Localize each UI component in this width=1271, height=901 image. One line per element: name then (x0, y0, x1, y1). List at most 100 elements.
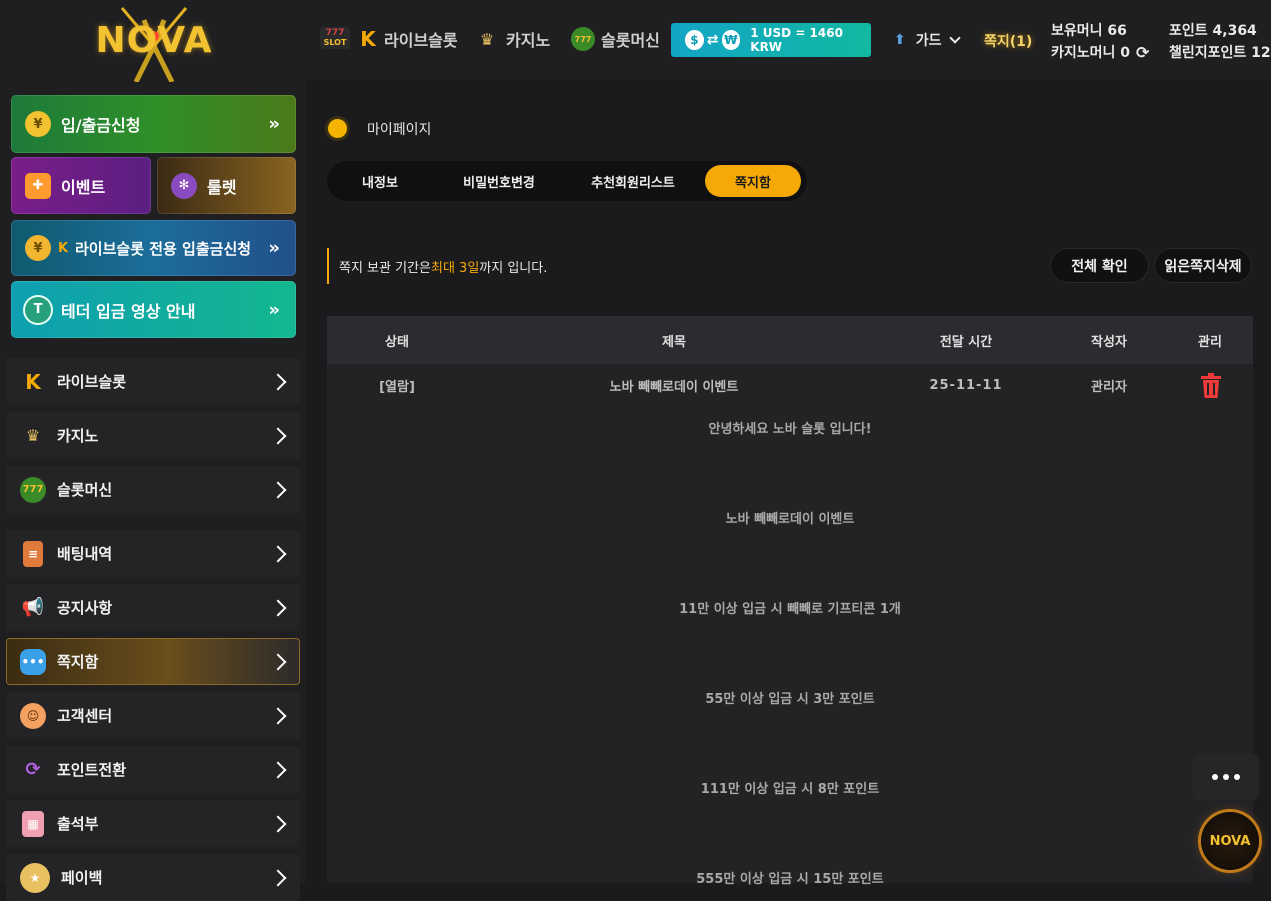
gift-icon: ✚ (25, 172, 51, 199)
column-header-status: 상태 (385, 334, 409, 350)
guide-dropdown[interactable]: ⬆ 가드 (894, 30, 961, 50)
nova-logo[interactable]: NOVA (86, 6, 222, 82)
sidebar-item-attendance[interactable]: ▦ 출석부 (6, 800, 300, 847)
calendar-icon: ▦ (22, 810, 44, 837)
sidebar-item-notice[interactable]: 📢 공지사항 (6, 584, 300, 631)
sidebar-item-label: 공지사항 (57, 599, 113, 617)
more-options-button[interactable] (1193, 754, 1259, 800)
dot-icon (1212, 774, 1218, 780)
trash-icon[interactable] (1200, 373, 1222, 399)
chat-bubble-icon: ••• (20, 648, 46, 675)
tether-guide-button[interactable]: T 테더 입금 영상 안내 » (11, 281, 296, 338)
confirm-all-button[interactable]: 전체 확인 (1050, 248, 1149, 283)
sidebar-item-label: 페이백 (61, 869, 103, 887)
liveslot-deposit-button[interactable]: ¥ K 라이브슬롯 전용 입출금신청 » (11, 220, 296, 276)
tab-change-password[interactable]: 비밀번호변경 (437, 165, 561, 197)
casino-money-text: 카지노머니 0 (1051, 45, 1131, 61)
nav-liveslot-label: 라이브슬롯 (384, 31, 458, 50)
slot-777-icon: 777 (20, 476, 46, 503)
megaphone-icon: 📢 (21, 597, 45, 618)
delete-read-button[interactable]: 읽은쪽지삭제 (1154, 248, 1252, 283)
tab-my-info[interactable]: 내정보 (341, 165, 419, 197)
challenge-points-balance: 챌린지포인트 121 (1169, 45, 1271, 61)
casino-money-balance: 카지노머니 0 ⟳ (1051, 42, 1149, 62)
guide-label: 가드 (915, 33, 942, 49)
crown-icon: ♛ (479, 29, 495, 49)
sidebar-item-label: 배팅내역 (57, 545, 113, 563)
sidebar: NOVA ¥ 입/출금신청 » ✚ 이벤트 ✻ 룰렛 ¥ K 라이브슬롯 전용 … (0, 0, 306, 901)
messages-link[interactable]: 쪽지(1) (984, 31, 1032, 51)
dollar-coin-icon: $ (685, 30, 704, 50)
points-balance: 포인트 4,364 (1169, 23, 1257, 39)
title-dot-icon (328, 119, 347, 138)
top-header: 777 SLOT K 라이브슬롯 ♛ 카지노 777 슬롯머신 $ ⇄ ₩ 1 … (306, 0, 1271, 80)
refresh-icon: ⟳ (25, 759, 41, 780)
tether-guide-label: 테더 입금 영상 안내 (61, 301, 196, 321)
sidebar-item-customer-center[interactable]: ☺ 고객센터 (6, 692, 300, 739)
event-button[interactable]: ✚ 이벤트 (11, 157, 151, 214)
k-logo-icon: K (360, 27, 376, 51)
message-line: 555만 이상 입금 시 15만 포인트 (696, 872, 884, 887)
logo-text: NOVA (95, 20, 213, 61)
tab-bar: 내정보 비밀번호변경 추천회원리스트 쪽지함 (327, 161, 807, 201)
sidebar-item-casino[interactable]: ♛ 카지노 (6, 412, 300, 459)
nav-casino-label: 카지노 (506, 31, 551, 50)
sidebar-item-betting-history[interactable]: ≡ 배팅내역 (6, 530, 300, 577)
message-line: 111만 이상 입금 시 8만 포인트 (700, 782, 880, 797)
nav-liveslot[interactable]: K 라이브슬롯 (358, 27, 458, 51)
double-chevron-icon: » (268, 299, 280, 320)
chevron-right-icon (269, 815, 287, 832)
sidebar-item-messages[interactable]: ••• 쪽지함 (6, 638, 300, 685)
row-subject[interactable]: 노바 빼빼로데이 이벤트 (467, 374, 881, 396)
column-header-author: 작성자 (1091, 334, 1127, 350)
sidebar-item-label: 고객센터 (57, 707, 113, 725)
nav-slotmachine-label: 슬롯머신 (601, 31, 660, 50)
message-line: 안녕하세요 노바 슬롯 입니다! (708, 422, 872, 437)
deposit-withdraw-button[interactable]: ¥ 입/출금신청 » (11, 95, 296, 153)
messages-table: 상태 제목 전달 시간 작성자 관리 [열람] 노바 빼빼로데이 이벤트 25-… (327, 316, 1253, 887)
sidebar-item-label: 출석부 (57, 815, 99, 833)
nav-slot-badge[interactable]: 777 SLOT (320, 27, 356, 49)
column-header-manage: 관리 (1198, 334, 1222, 350)
sidebar-item-label: 라이브슬롯 (57, 373, 127, 391)
roulette-button[interactable]: ✻ 룰렛 (157, 157, 296, 214)
retention-notice: 쪽지 보관 기간은 최대 3일 까지 입니다. (327, 248, 547, 284)
slot-777-icon: 777 (571, 27, 595, 51)
clipboard-icon: ≡ (23, 540, 43, 567)
chevron-right-icon (269, 481, 287, 498)
headset-agent-icon: ☺ (20, 702, 46, 729)
dot-icon (1234, 774, 1240, 780)
sidebar-item-liveslot[interactable]: K 라이브슬롯 (6, 358, 300, 405)
sidebar-item-label: 카지노 (57, 427, 99, 445)
nav-slotmachine[interactable]: 777 슬롯머신 (571, 27, 660, 51)
coins-icon: ¥ (25, 111, 51, 137)
message-line: 11만 이상 입금 시 빼빼로 기프티콘 1개 (679, 602, 901, 617)
sidebar-item-slotmachine[interactable]: 777 슬롯머신 (6, 466, 300, 513)
tab-referral-list[interactable]: 추천회원리스트 (571, 165, 695, 197)
double-chevron-icon: » (268, 237, 280, 259)
money-balance: 보유머니 66 (1051, 23, 1127, 39)
column-header-subject: 제목 (662, 334, 686, 350)
sidebar-item-payback[interactable]: ★ 페이백 (6, 854, 300, 901)
chevron-right-icon (269, 545, 287, 562)
rank-badge-icon: ⬆ (894, 32, 906, 48)
sidebar-item-point-exchange[interactable]: ⟳ 포인트전환 (6, 746, 300, 793)
k-logo-icon: K (57, 240, 69, 256)
star-coin-icon: ★ (20, 862, 50, 893)
chevron-right-icon (269, 653, 287, 670)
event-label: 이벤트 (61, 177, 106, 197)
k-logo-icon: K (25, 369, 41, 394)
exchange-rate-text: 1 USD = 1460 KRW (750, 26, 843, 54)
tether-icon: T (25, 296, 51, 323)
refresh-icon[interactable]: ⟳ (1136, 43, 1149, 62)
row-time: 25-11-11 (929, 377, 1003, 393)
row-status: [열람] (379, 379, 415, 395)
nav-casino[interactable]: ♛ 카지노 (474, 27, 550, 51)
sidebar-item-label: 포인트전환 (57, 761, 127, 779)
chevron-right-icon (269, 707, 287, 724)
deposit-withdraw-label: 입/출금신청 (61, 116, 141, 135)
nova-floating-button[interactable]: NOVA (1201, 812, 1259, 870)
tab-messages[interactable]: 쪽지함 (705, 165, 801, 197)
roulette-label: 룰렛 (207, 177, 237, 197)
chevron-right-icon (269, 599, 287, 616)
